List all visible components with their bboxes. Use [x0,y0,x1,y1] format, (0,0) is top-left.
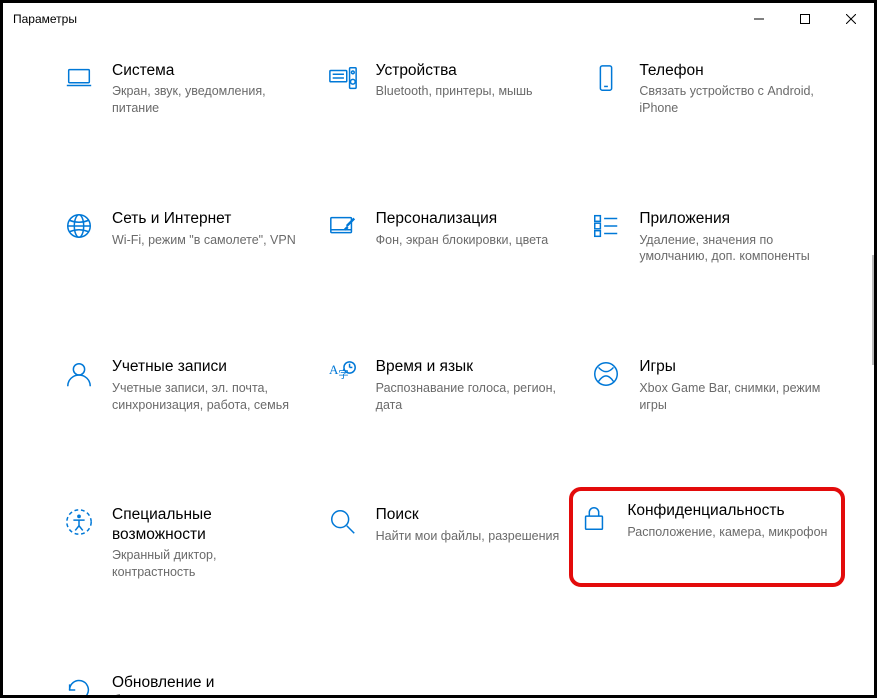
window-controls [736,3,874,35]
paintbrush-icon [328,211,358,241]
tile-subtitle: Bluetooth, принтеры, мышь [376,83,533,100]
accessibility-icon [64,507,94,537]
tile-privacy[interactable]: Конфиденциальность Расположение, камера,… [569,487,845,587]
close-icon [846,14,856,24]
tile-subtitle: Xbox Game Bar, снимки, режим игры [639,380,827,414]
maximize-button[interactable] [782,3,828,35]
tile-title: Специальные возможности [112,505,300,544]
tile-personalization[interactable]: Персонализация Фон, экран блокировки, цв… [322,203,576,271]
update-icon [64,675,94,698]
xbox-icon [591,359,621,389]
tile-accounts[interactable]: Учетные записи Учетные записи, эл. почта… [58,351,312,419]
tile-update[interactable]: Обновление и безопасность Обновления Win… [58,667,312,698]
settings-grid-area: Система Экран, звук, уведомления, питани… [3,35,874,698]
tile-subtitle: Фон, экран блокировки, цвета [376,232,549,249]
person-icon [64,359,94,389]
titlebar[interactable]: Параметры [3,3,874,35]
tile-search[interactable]: Поиск Найти мои файлы, разрешения [322,499,576,587]
tile-subtitle: Связать устройство с Android, iPhone [639,83,827,117]
tile-subtitle: Распознавание голоса, регион, дата [376,380,564,414]
settings-window: Параметры Система Экран, звук, у [0,0,877,698]
tile-time-language[interactable]: A字 Время и язык Распознавание голоса, ре… [322,351,576,419]
tile-accessibility[interactable]: Специальные возможности Экранный диктор,… [58,499,312,587]
tile-apps[interactable]: Приложения Удаление, значения по умолчан… [585,203,839,271]
tile-title: Сеть и Интернет [112,209,296,228]
svg-text:字: 字 [338,368,348,381]
tile-title: Приложения [639,209,827,228]
tile-title: Телефон [639,61,827,80]
tile-subtitle: Экран, звук, уведомления, питание [112,83,300,117]
search-icon [328,507,358,537]
empty-cell [322,667,576,698]
close-button[interactable] [828,3,874,35]
tile-phone[interactable]: Телефон Связать устройство с Android, iP… [585,55,839,123]
tile-title: Учетные записи [112,357,300,376]
tile-system[interactable]: Система Экран, звук, уведомления, питани… [58,55,312,123]
tile-title: Устройства [376,61,533,80]
minimize-button[interactable] [736,3,782,35]
tile-subtitle: Найти мои файлы, разрешения [376,528,560,545]
tile-subtitle: Экранный диктор, контрастность [112,547,300,581]
empty-cell [585,667,839,698]
maximize-icon [800,14,810,24]
window-title: Параметры [13,12,77,26]
tile-title: Персонализация [376,209,549,228]
tile-gaming[interactable]: Игры Xbox Game Bar, снимки, режим игры [585,351,839,419]
tile-title: Время и язык [376,357,564,376]
settings-grid: Система Экран, звук, уведомления, питани… [58,55,839,698]
tile-subtitle: Расположение, камера, микрофон [627,524,827,541]
lock-icon [579,503,609,533]
keyboard-speaker-icon [328,63,358,93]
tile-title: Поиск [376,505,560,524]
tile-title: Игры [639,357,827,376]
tile-subtitle: Wi-Fi, режим "в самолете", VPN [112,232,296,249]
minimize-icon [754,14,764,24]
phone-icon [591,63,621,93]
tile-network[interactable]: Сеть и Интернет Wi-Fi, режим "в самолете… [58,203,312,271]
globe-icon [64,211,94,241]
tile-subtitle: Удаление, значения по умолчанию, доп. ко… [639,232,827,266]
tile-devices[interactable]: Устройства Bluetooth, принтеры, мышь [322,55,576,123]
tile-title: Конфиденциальность [627,501,827,520]
tile-title: Система [112,61,300,80]
laptop-icon [64,63,94,93]
time-language-icon: A字 [328,359,358,389]
tile-title: Обновление и безопасность [112,673,300,698]
apps-list-icon [591,211,621,241]
tile-subtitle: Учетные записи, эл. почта, синхронизация… [112,380,300,414]
